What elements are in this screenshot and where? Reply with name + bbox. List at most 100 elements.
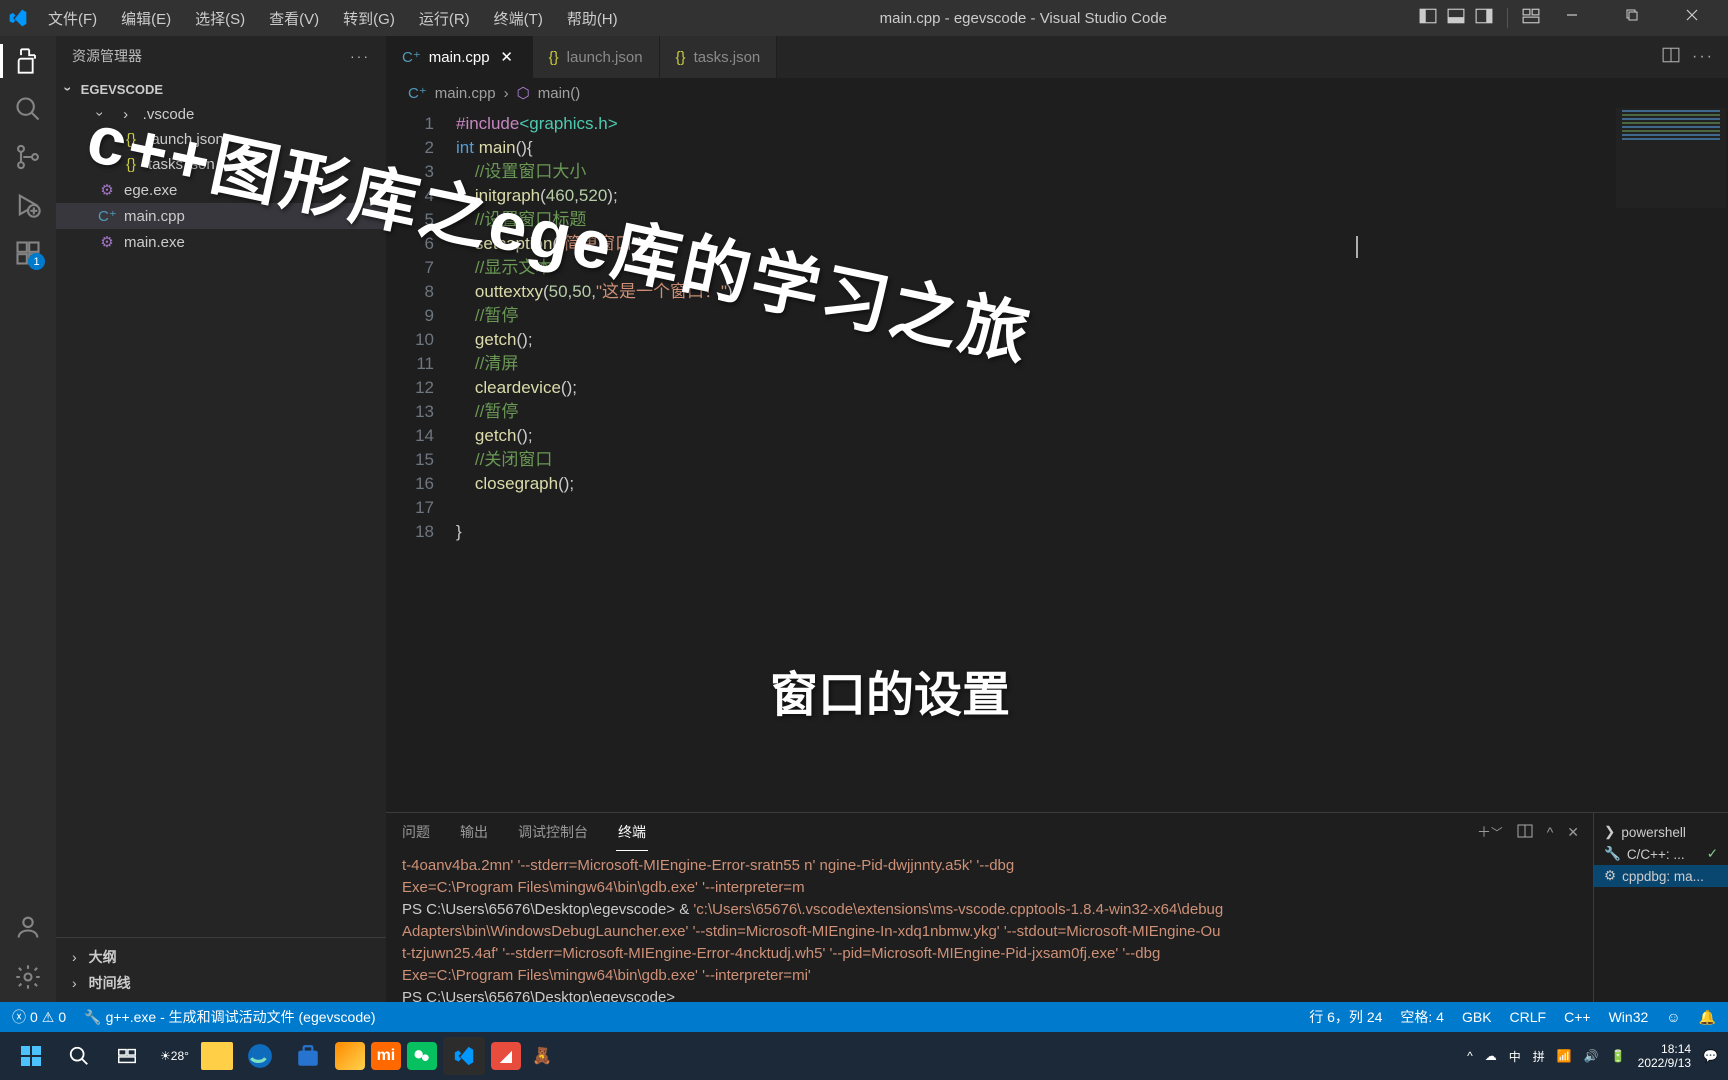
- status-eol[interactable]: CRLF: [1510, 1009, 1547, 1025]
- code-line[interactable]: 3 //设置窗口大小: [386, 160, 1728, 184]
- new-terminal-icon[interactable]: ＋﹀: [1477, 822, 1503, 842]
- status-errors[interactable]: ⓧ 0 ⚠ 0: [12, 1007, 66, 1027]
- code-editor[interactable]: 1#include<graphics.h>2int main(){3 //设置窗…: [386, 108, 1728, 812]
- explorer-more-icon[interactable]: ···: [350, 48, 370, 64]
- status-encoding[interactable]: GBK: [1462, 1009, 1492, 1025]
- menu-run[interactable]: 运行(R): [409, 4, 480, 33]
- breadcrumb-symbol[interactable]: main(): [538, 85, 581, 102]
- code-line[interactable]: 15 //关闭窗口: [386, 448, 1728, 472]
- tray-volume-icon[interactable]: 🔊: [1584, 1049, 1599, 1063]
- tray-ime-mode[interactable]: 拼: [1533, 1048, 1545, 1065]
- code-line[interactable]: 14 getch();: [386, 424, 1728, 448]
- tree-item-main-exe[interactable]: ⚙main.exe: [56, 229, 386, 255]
- menu-terminal[interactable]: 终端(T): [484, 4, 553, 33]
- status-feedback-icon[interactable]: ☺: [1666, 1009, 1680, 1025]
- taskbar-search-icon[interactable]: [58, 1037, 100, 1075]
- code-line[interactable]: 4 initgraph(460,520);: [386, 184, 1728, 208]
- menu-help[interactable]: 帮助(H): [557, 4, 628, 33]
- code-line[interactable]: 17: [386, 496, 1728, 520]
- code-line[interactable]: 16 closegraph();: [386, 472, 1728, 496]
- explorer-icon[interactable]: [13, 46, 43, 76]
- tree-item-ege-exe[interactable]: ⚙ege.exe: [56, 177, 386, 203]
- taskbar-app-1[interactable]: [335, 1042, 365, 1070]
- wechat-icon[interactable]: [407, 1042, 437, 1070]
- weather-widget[interactable]: ☀ 28°: [154, 1037, 195, 1075]
- code-line[interactable]: 18}: [386, 520, 1728, 544]
- vscode-taskbar-icon[interactable]: [443, 1037, 485, 1075]
- tray-battery-icon[interactable]: 🔋: [1611, 1049, 1626, 1063]
- menu-go[interactable]: 转到(G): [333, 4, 405, 33]
- terminal-item-powershell[interactable]: ❯powershell: [1604, 821, 1718, 843]
- editor-more-icon[interactable]: ···: [1692, 48, 1714, 66]
- taskbar-app-3[interactable]: 🧸: [527, 1042, 557, 1070]
- status-line-col[interactable]: 行 6，列 24: [1309, 1007, 1382, 1027]
- panel-tab-terminal[interactable]: 终端: [616, 814, 648, 851]
- taskbar-clock[interactable]: 18:142022/9/13: [1638, 1042, 1691, 1070]
- split-editor-icon[interactable]: [1662, 46, 1680, 69]
- panel-tab-debug-console[interactable]: 调试控制台: [516, 814, 590, 850]
- customize-layout-icon[interactable]: [1522, 7, 1540, 29]
- layout-panel-bottom-icon[interactable]: [1447, 7, 1465, 29]
- breadcrumb[interactable]: C⁺ main.cpp › ⬡ main(): [386, 78, 1728, 108]
- minimap[interactable]: [1616, 108, 1726, 208]
- editor-tab-tasks-json[interactable]: {}tasks.json: [660, 36, 778, 78]
- tree-item--vscode[interactable]: ›.vscode: [56, 102, 386, 127]
- outline-section[interactable]: 大纲: [66, 944, 376, 970]
- status-target[interactable]: Win32: [1609, 1009, 1649, 1025]
- tree-item-launch-json[interactable]: {}launch.json: [56, 127, 386, 152]
- tray-overflow-icon[interactable]: ^: [1467, 1049, 1473, 1063]
- tree-item-main-cpp[interactable]: C⁺main.cpp: [56, 203, 386, 229]
- menu-edit[interactable]: 编辑(E): [111, 4, 181, 33]
- code-line[interactable]: 11 //清屏: [386, 352, 1728, 376]
- minimize-button[interactable]: [1550, 0, 1600, 36]
- code-line[interactable]: 10 getch();: [386, 328, 1728, 352]
- task-view-icon[interactable]: [106, 1037, 148, 1075]
- code-line[interactable]: 8 outtextxy(50,50,"这是一个窗口！");: [386, 280, 1728, 304]
- maximize-panel-icon[interactable]: ^: [1547, 824, 1554, 840]
- run-debug-icon[interactable]: [13, 190, 43, 220]
- editor-tab-launch-json[interactable]: {}launch.json: [533, 36, 660, 78]
- status-bell-icon[interactable]: 🔔: [1699, 1009, 1716, 1026]
- tray-wifi-icon[interactable]: 📶: [1557, 1049, 1572, 1063]
- editor-tab-main-cpp[interactable]: C⁺main.cpp✕: [386, 36, 533, 78]
- breadcrumb-file[interactable]: main.cpp: [435, 85, 496, 102]
- close-tab-icon[interactable]: ✕: [498, 48, 516, 66]
- timeline-section[interactable]: 时间线: [66, 970, 376, 996]
- tray-ime-lang[interactable]: 中: [1509, 1048, 1521, 1065]
- menu-selection[interactable]: 选择(S): [185, 4, 255, 33]
- status-build-task[interactable]: 🔧 g++.exe - 生成和调试活动文件 (egevscode): [84, 1007, 375, 1027]
- tree-item-tasks-json[interactable]: {}tasks.json: [56, 152, 386, 177]
- menu-view[interactable]: 查看(V): [259, 4, 329, 33]
- maximize-button[interactable]: [1610, 0, 1660, 36]
- extensions-icon[interactable]: 1: [13, 238, 43, 268]
- layout-panel-left-icon[interactable]: [1419, 7, 1437, 29]
- notifications-icon[interactable]: 💬: [1703, 1049, 1718, 1063]
- menu-file[interactable]: 文件(F): [38, 4, 107, 33]
- settings-gear-icon[interactable]: [13, 962, 43, 992]
- status-spaces[interactable]: 空格: 4: [1400, 1007, 1444, 1027]
- layout-panel-right-icon[interactable]: [1475, 7, 1493, 29]
- terminal-item-cpp-task[interactable]: 🔧C/C++: ...✓: [1604, 843, 1718, 865]
- close-panel-icon[interactable]: ✕: [1567, 824, 1579, 841]
- code-line[interactable]: 13 //暂停: [386, 400, 1728, 424]
- search-icon[interactable]: [13, 94, 43, 124]
- terminal-item-cppdbg[interactable]: ⚙cppdbg: ma...: [1594, 865, 1728, 887]
- terminal-output[interactable]: t-4oanv4ba.2mn' '--stderr=Microsoft-MIEn…: [386, 851, 1593, 1002]
- start-button[interactable]: [10, 1037, 52, 1075]
- tray-onedrive-icon[interactable]: ☁: [1485, 1049, 1497, 1063]
- taskbar-app-mi[interactable]: mi: [371, 1042, 401, 1070]
- account-icon[interactable]: [13, 912, 43, 942]
- code-line[interactable]: 2int main(){: [386, 136, 1728, 160]
- code-line[interactable]: 9 //暂停: [386, 304, 1728, 328]
- code-line[interactable]: 5 //设置窗口标题: [386, 208, 1728, 232]
- code-line[interactable]: 7 //显示文本: [386, 256, 1728, 280]
- ms-store-icon[interactable]: [287, 1037, 329, 1075]
- close-button[interactable]: [1670, 0, 1720, 36]
- status-language[interactable]: C++: [1564, 1009, 1590, 1025]
- code-line[interactable]: 1#include<graphics.h>: [386, 112, 1728, 136]
- panel-tab-output[interactable]: 输出: [458, 814, 490, 850]
- panel-tab-problems[interactable]: 问题: [400, 814, 432, 850]
- workspace-root[interactable]: EGEVSCODE: [56, 76, 386, 102]
- code-line[interactable]: 6 setcaption("简单窗口");: [386, 232, 1728, 256]
- edge-browser-icon[interactable]: [239, 1037, 281, 1075]
